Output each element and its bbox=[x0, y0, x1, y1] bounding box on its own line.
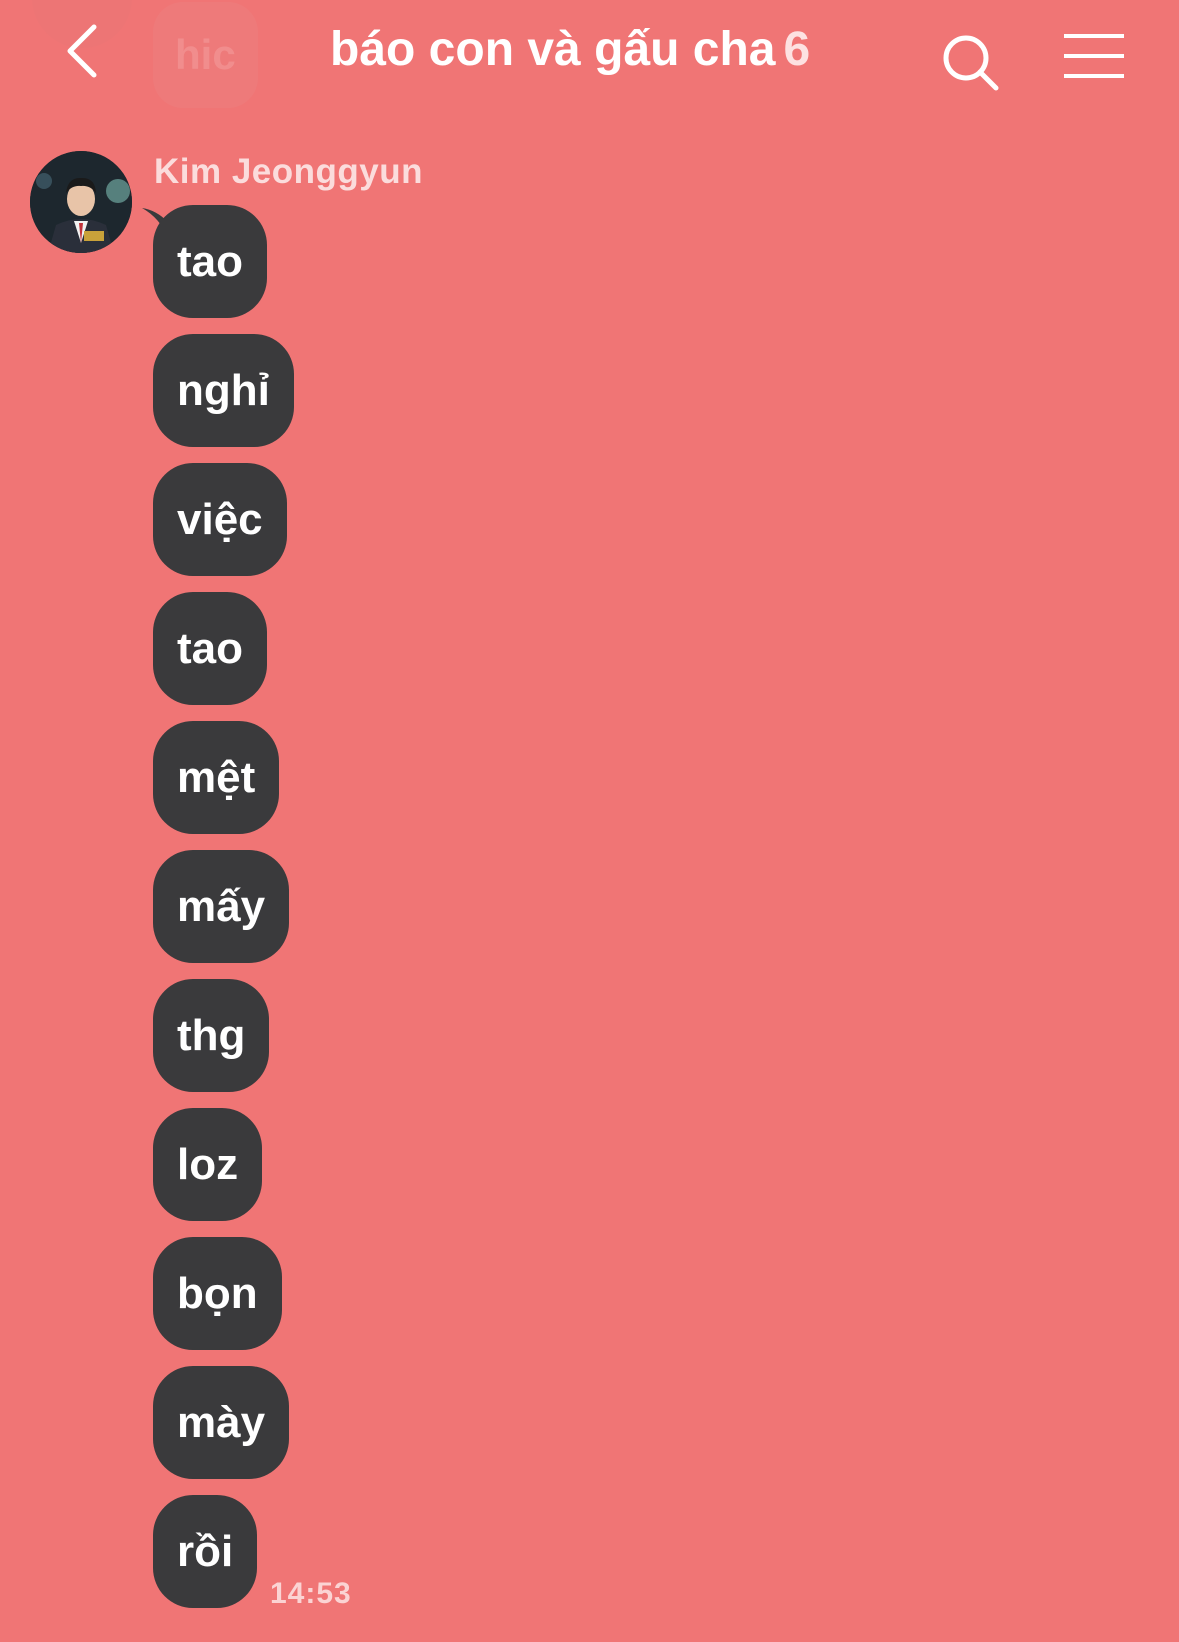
message-bubble[interactable]: loz bbox=[153, 1108, 263, 1221]
sender-name: Kim Jeonggyun bbox=[154, 152, 424, 191]
message-bubble[interactable]: rồi bbox=[153, 1495, 258, 1608]
message-bubble[interactable]: mày bbox=[153, 1366, 290, 1479]
message-bubble[interactable]: nghỉ bbox=[153, 334, 294, 447]
back-button[interactable] bbox=[52, 16, 112, 86]
avatar-portrait-icon bbox=[30, 151, 132, 253]
search-button[interactable] bbox=[938, 30, 1004, 96]
chat-header: báo con và gấu cha 6 bbox=[0, 0, 1179, 110]
message-bubble[interactable]: mệt bbox=[153, 721, 280, 834]
message-bubble[interactable]: mấy bbox=[153, 850, 290, 963]
message-bubble[interactable]: thg bbox=[153, 979, 270, 1092]
menu-button[interactable] bbox=[1062, 32, 1126, 84]
message-bubble[interactable]: tao bbox=[153, 592, 267, 705]
message-bubble[interactable]: việc bbox=[153, 463, 287, 576]
message-bubble[interactable]: bọn bbox=[153, 1237, 282, 1350]
hamburger-menu-icon bbox=[1064, 34, 1124, 78]
message-list: tao nghỉ việc tao mệt mấy thg loz bọn mà… bbox=[153, 205, 294, 1624]
chat-title-text: báo con và gấu cha bbox=[330, 23, 776, 76]
message-timestamp: 14:53 bbox=[270, 1577, 352, 1610]
chat-title: báo con và gấu cha 6 bbox=[330, 22, 810, 77]
sender-avatar[interactable] bbox=[30, 151, 132, 253]
message-bubble[interactable]: tao bbox=[153, 205, 267, 318]
chat-screen: hic báo con và gấu cha6 bbox=[0, 0, 1179, 1642]
search-icon bbox=[943, 35, 999, 91]
chevron-left-icon bbox=[67, 24, 97, 78]
member-count: 6 bbox=[783, 23, 811, 76]
